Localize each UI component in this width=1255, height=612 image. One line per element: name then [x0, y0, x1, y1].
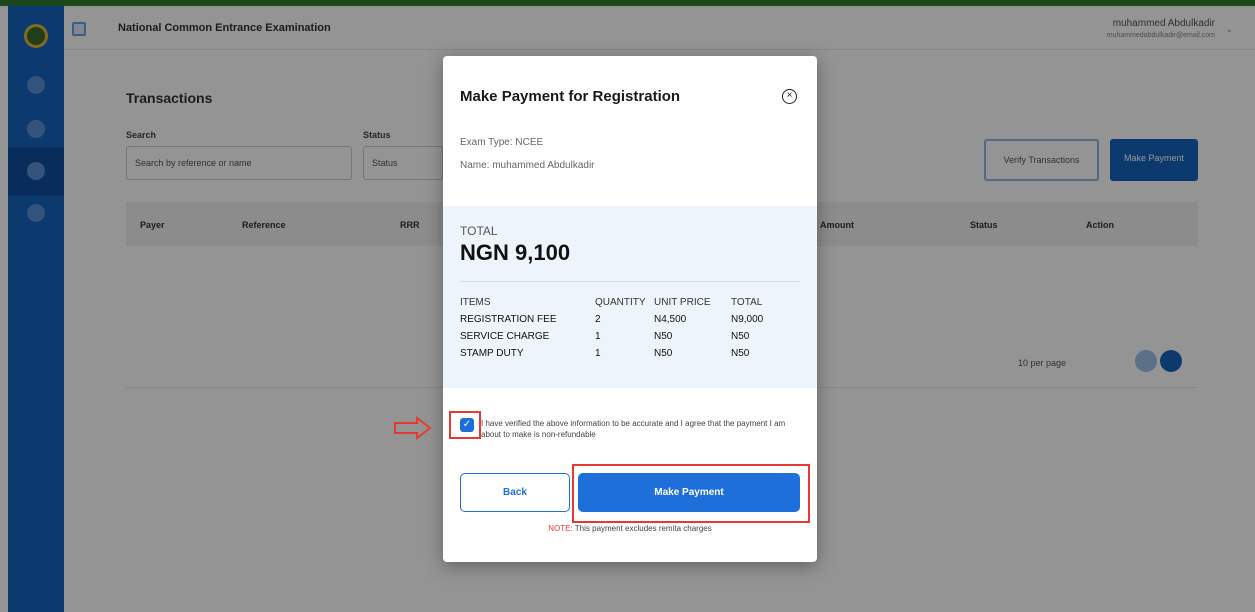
item-quantity: 1 [595, 331, 601, 342]
item-unit-price: N50 [654, 331, 673, 342]
items-table-header: ITEMS QUANTITY UNIT PRICE TOTAL [460, 294, 800, 311]
payment-note: NOTE: This payment excludes remita charg… [443, 524, 817, 533]
item-quantity: 2 [595, 314, 601, 325]
total-header: TOTAL [731, 297, 763, 308]
items-table: ITEMS QUANTITY UNIT PRICE TOTAL REGISTRA… [460, 294, 800, 362]
checkbox-highlight-box [449, 411, 481, 439]
item-total: N50 [731, 331, 750, 342]
item-name: SERVICE CHARGE [460, 331, 550, 342]
item-quantity: 1 [595, 348, 601, 359]
exam-type: Exam Type: NCEE [460, 137, 544, 148]
table-row: STAMP DUTY 1 N50 N50 [460, 345, 800, 362]
unit-price-header: UNIT PRICE [654, 297, 711, 308]
back-button[interactable]: Back [460, 473, 570, 512]
item-name: STAMP DUTY [460, 348, 524, 359]
pay-button-highlight-box [572, 464, 810, 523]
candidate-name: Name: muhammed Abdulkadir [460, 160, 595, 171]
agree-text: I have verified the above information to… [481, 419, 786, 439]
total-amount: NGN 9,100 [460, 240, 571, 265]
table-row: SERVICE CHARGE 1 N50 N50 [460, 328, 800, 345]
close-icon[interactable]: × [782, 89, 797, 104]
item-total: N9,000 [731, 314, 764, 325]
total-label: TOTAL [460, 224, 498, 238]
item-name: REGISTRATION FEE [460, 314, 557, 325]
item-total: N50 [731, 348, 750, 359]
note-label: NOTE: [548, 524, 573, 533]
arrow-right-icon [394, 416, 432, 440]
divider [460, 281, 800, 282]
modal-title: Make Payment for Registration [460, 88, 681, 105]
table-row: REGISTRATION FEE 2 N4,500 N9,000 [460, 311, 800, 328]
items-header: ITEMS [460, 297, 491, 308]
item-unit-price: N4,500 [654, 314, 687, 325]
item-unit-price: N50 [654, 348, 673, 359]
quantity-header: QUANTITY [595, 297, 646, 308]
payment-summary: TOTAL NGN 9,100 ITEMS QUANTITY UNIT PRIC… [443, 206, 817, 388]
note-text: This payment excludes remita charges [572, 524, 712, 533]
